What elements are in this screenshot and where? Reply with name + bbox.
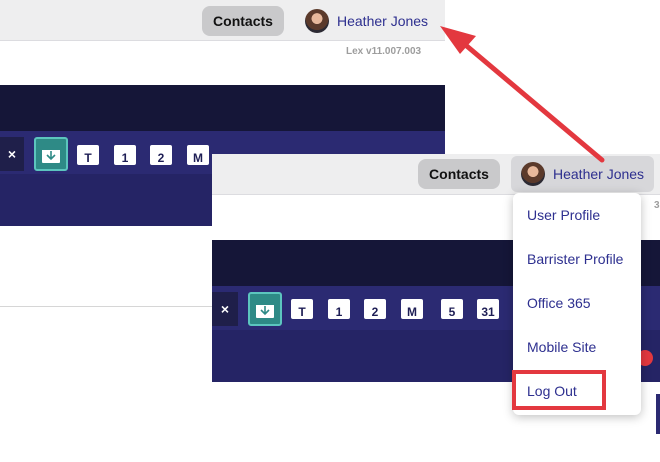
annotation-arrow-shaft: [459, 39, 605, 163]
annotation-arrow: [440, 26, 605, 163]
